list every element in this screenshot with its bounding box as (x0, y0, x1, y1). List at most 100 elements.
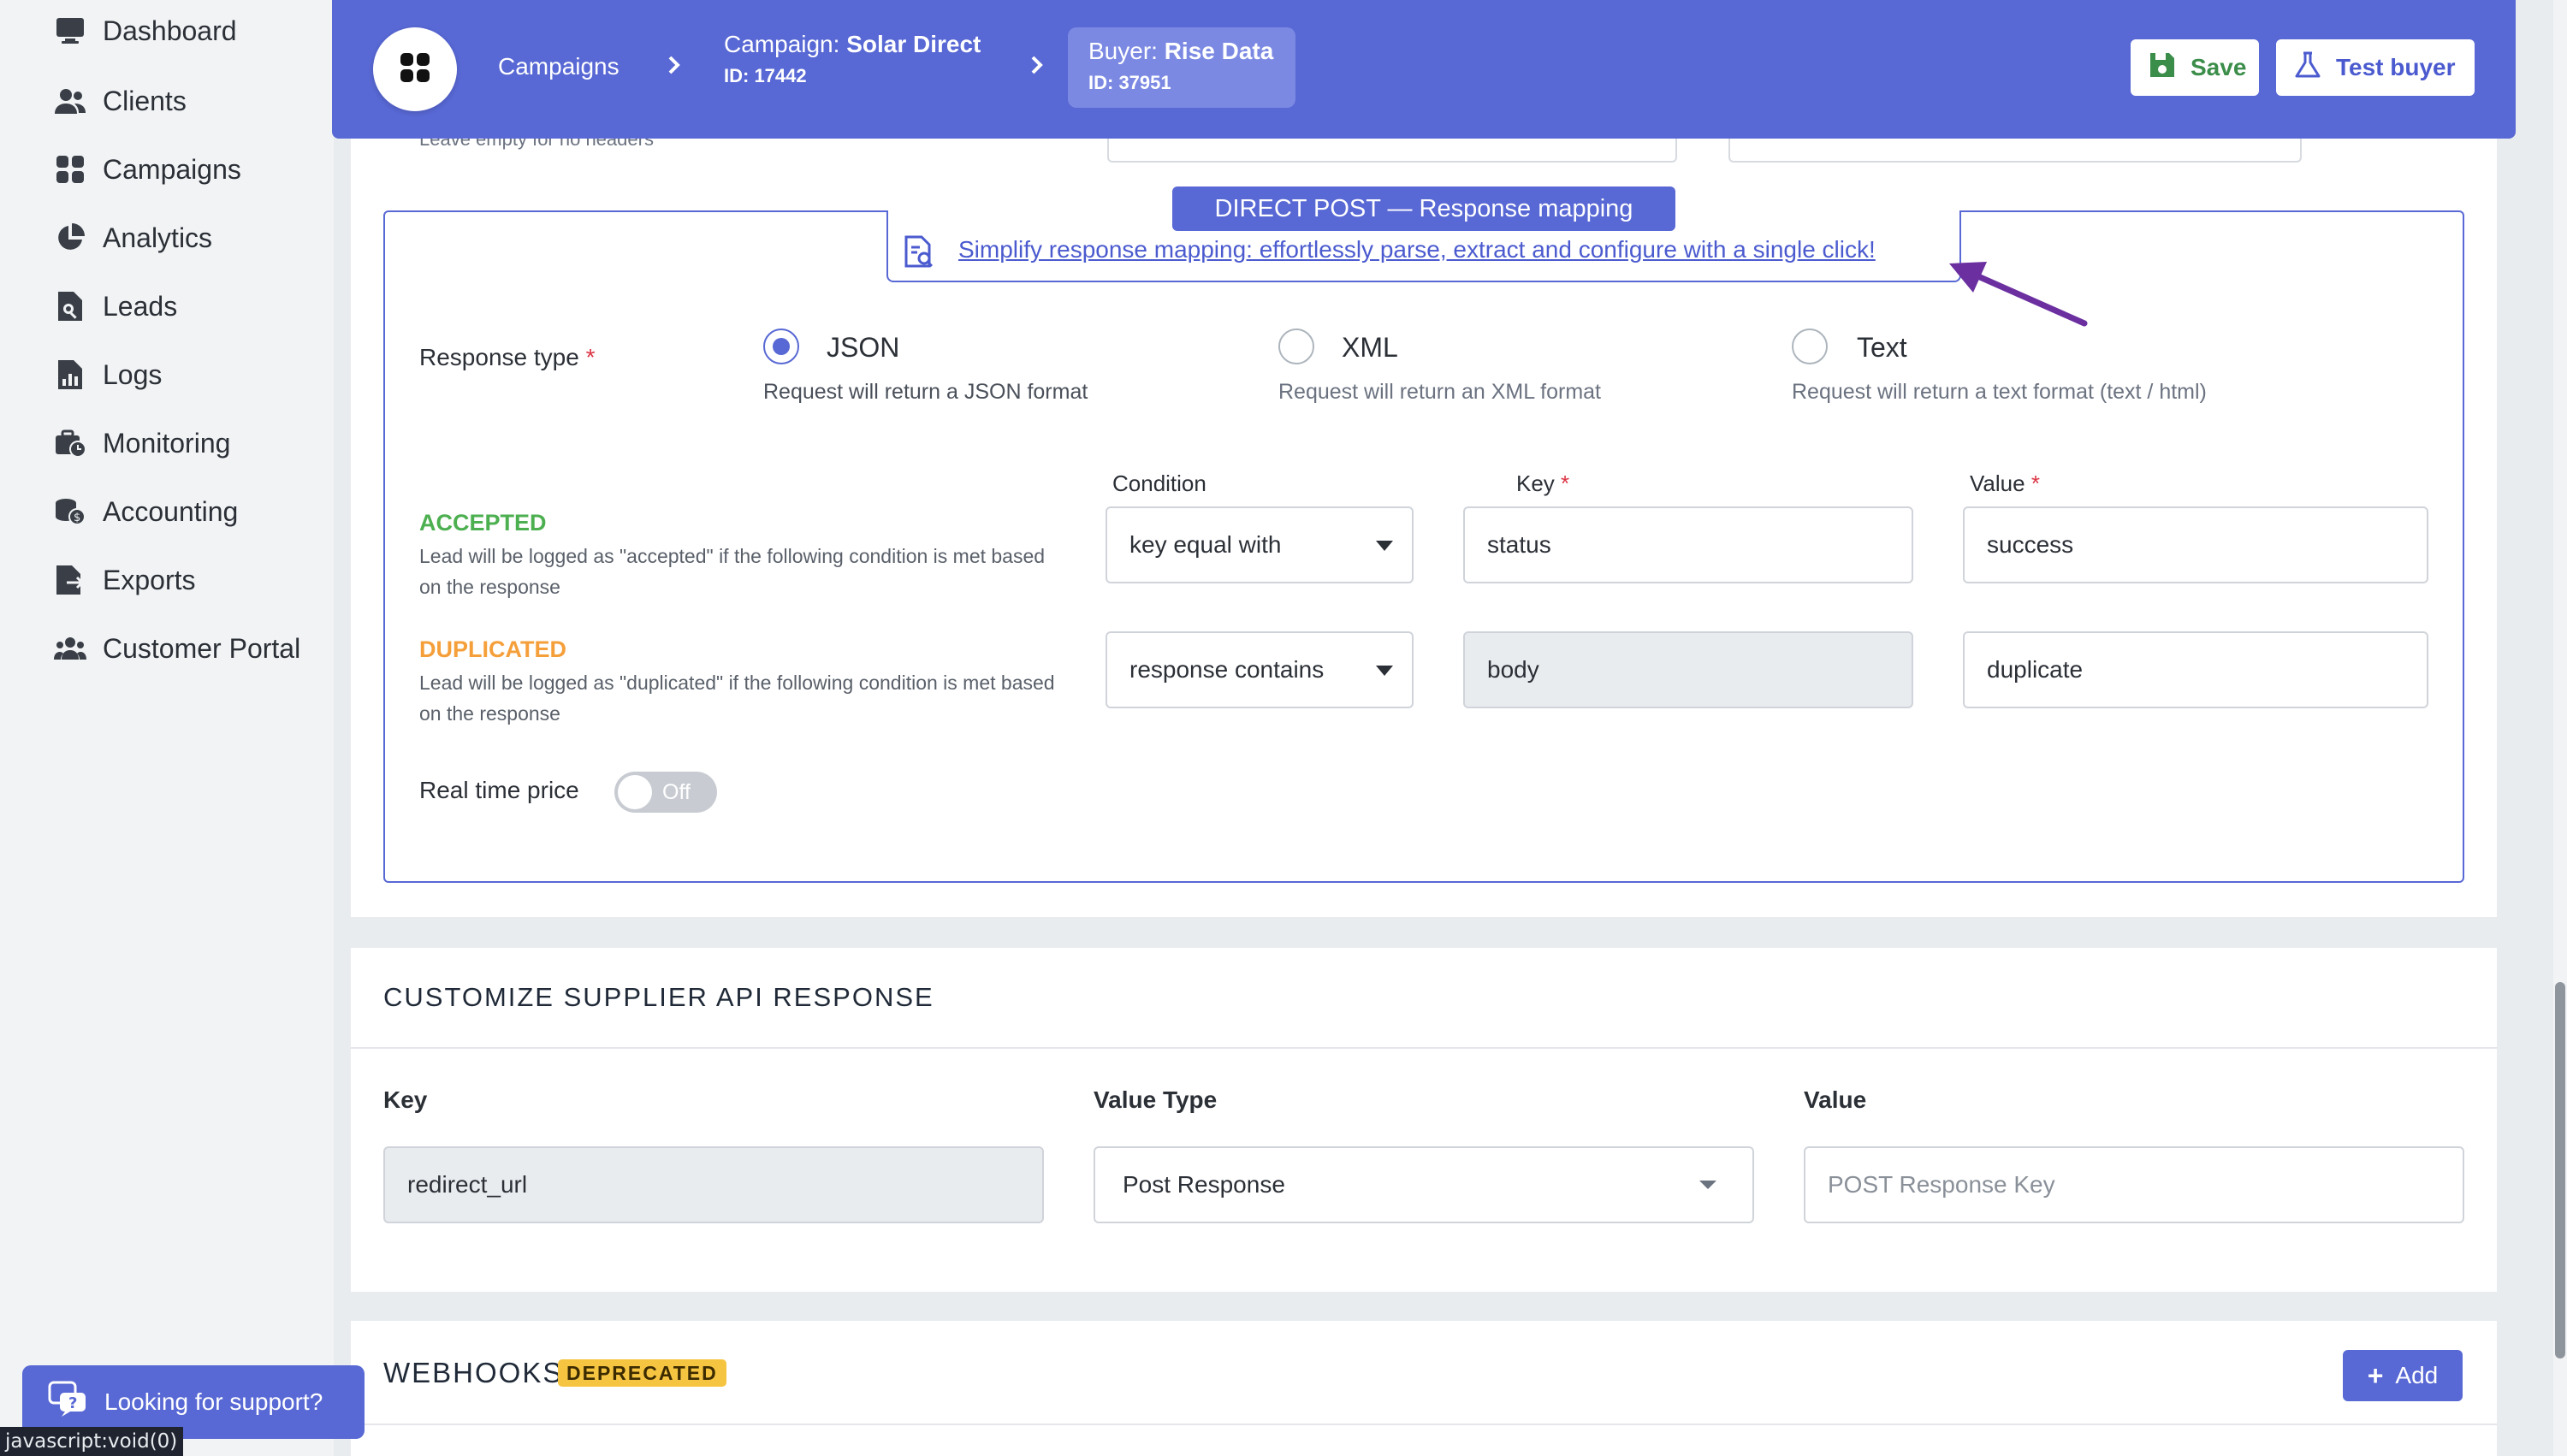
duplicated-value-value: duplicate (1987, 656, 2084, 683)
flask-icon (2293, 50, 2336, 86)
people-group-icon (53, 631, 87, 666)
radio-json-desc: Request will return a JSON format (763, 380, 1088, 404)
status-bar-url: javascript:void(0) (0, 1427, 183, 1456)
sidebar-item-leads[interactable]: Leads (53, 281, 177, 332)
duplicated-value-input[interactable]: duplicate (1963, 631, 2428, 708)
simplify-mapping-link[interactable]: Simplify response mapping: effortlessly … (958, 236, 1876, 263)
campaign-id: ID: 17442 (724, 65, 807, 86)
duplicated-key-input: body (1463, 631, 1913, 708)
buyer-prefix: Buyer: (1088, 38, 1165, 64)
sidebar-item-logs[interactable]: Logs (53, 349, 162, 400)
sidebar-item-accounting[interactable]: $ Accounting (53, 486, 238, 537)
chevron-right-icon (662, 53, 686, 77)
webhooks-panel: WEBHOOKS (351, 1321, 2497, 1456)
add-label: Add (2395, 1362, 2439, 1388)
support-label: Looking for support? (104, 1388, 323, 1415)
condition-header: Condition (1112, 471, 1206, 496)
accepted-value-input[interactable]: success (1963, 506, 2428, 583)
svg-text:$: $ (74, 512, 80, 524)
campaign-line: Campaign: Solar Direct (724, 31, 981, 58)
key-header-text: Key (1516, 471, 1555, 496)
sidebar-item-analytics[interactable]: Analytics (53, 212, 212, 263)
breadcrumb-campaign[interactable]: Campaign: Solar Direct ID: 17442 (724, 31, 981, 87)
webhooks-title: WEBHOOKS (383, 1357, 564, 1388)
sidebar-item-campaigns[interactable]: Campaigns (53, 144, 241, 195)
accepted-key-input[interactable]: status (1463, 506, 1913, 583)
duplicated-condition-select[interactable]: response contains (1106, 631, 1414, 708)
accepted-condition-value: key equal with (1129, 531, 1282, 558)
radio-text-desc: Request will return a text format (text … (1792, 380, 2207, 404)
toggle-state: Off (662, 780, 691, 804)
buyer-line: Buyer: Rise Data (1088, 38, 1275, 65)
sidebar-item-label: Monitoring (103, 427, 231, 459)
duplicated-title: DUPLICATED (419, 636, 566, 662)
toggle-knob (618, 775, 652, 809)
sidebar-item-label: Exports (103, 564, 196, 595)
accepted-value-value: success (1987, 531, 2074, 558)
breadcrumb-campaigns[interactable]: Campaigns (498, 53, 620, 80)
custom-key-input: redirect_url (383, 1146, 1044, 1223)
sidebar-item-label: Campaigns (103, 153, 241, 185)
test-buyer-button[interactable]: Test buyer (2276, 39, 2475, 96)
monitor-icon (53, 14, 87, 48)
radio-text[interactable] (1792, 328, 1828, 364)
caret-down-icon (1376, 541, 1393, 551)
floppy-disk-icon (2148, 50, 2191, 86)
file-export-icon (53, 563, 87, 597)
required-mark: * (2030, 471, 2040, 496)
coins-icon: $ (53, 494, 87, 529)
pointer-arrow-icon (1947, 258, 2093, 340)
file-chart-icon (53, 358, 87, 392)
value-header-text: Value (1970, 471, 2025, 496)
app-logo[interactable] (373, 27, 457, 111)
real-time-price-toggle[interactable]: Off (614, 772, 717, 813)
save-button[interactable]: Save (2131, 39, 2259, 96)
duplicated-key-value: body (1487, 656, 1539, 683)
file-search-icon (53, 289, 87, 323)
panel-divider (351, 1423, 2497, 1425)
sidebar-item-clients[interactable]: Clients (53, 75, 187, 127)
sidebar-item-customer-portal[interactable]: Customer Portal (53, 623, 300, 674)
breadcrumb-buyer[interactable]: Buyer: Rise Data ID: 37951 (1068, 27, 1295, 108)
post-response-key-placeholder: POST Response Key (1828, 1171, 2055, 1198)
post-response-key-input[interactable]: POST Response Key (1804, 1146, 2464, 1223)
radio-xml-desc: Request will return an XML format (1278, 380, 1602, 404)
sidebar-item-label: Logs (103, 358, 163, 390)
caret-down-icon (1376, 666, 1393, 676)
sidebar-item-label: Analytics (103, 222, 213, 253)
campaign-name: Solar Direct (846, 31, 981, 57)
accepted-condition-select[interactable]: key equal with (1106, 506, 1414, 583)
sidebar-item-exports[interactable]: Exports (53, 554, 195, 606)
radio-json-label: JSON (827, 332, 900, 363)
grid-icon (53, 152, 87, 186)
customize-title: CUSTOMIZE SUPPLIER API RESPONSE (383, 982, 934, 1012)
sidebar-item-label: Accounting (103, 495, 239, 527)
required-mark: * (1561, 471, 1570, 496)
sidebar-item-label: Customer Portal (103, 632, 301, 664)
plus-icon: + (2367, 1359, 2384, 1391)
document-search-icon (904, 234, 934, 273)
real-time-price-label: Real time price (419, 777, 579, 803)
buyer-name: Rise Data (1164, 38, 1274, 64)
sidebar-item-monitoring[interactable]: Monitoring (53, 417, 230, 469)
briefcase-clock-icon (53, 426, 87, 460)
scrollbar-thumb[interactable] (2555, 982, 2565, 1358)
svg-text:?: ? (68, 1394, 77, 1412)
value-type-select[interactable]: Post Response (1094, 1146, 1754, 1223)
accepted-title: ACCEPTED (419, 510, 547, 536)
sidebar-item-label: Dashboard (103, 15, 237, 46)
add-webhook-button[interactable]: + Add (2343, 1350, 2463, 1401)
panel-divider (351, 1047, 2497, 1049)
test-buyer-label: Test buyer (2336, 54, 2456, 80)
radio-json[interactable] (763, 328, 799, 364)
accepted-desc: Lead will be logged as "accepted" if the… (419, 545, 1046, 598)
customize-response-panel: CUSTOMIZE SUPPLIER API RESPONSE Key Valu… (351, 948, 2497, 1292)
chevron-right-icon (1025, 53, 1049, 77)
custom-value-header: Value (1804, 1086, 1867, 1113)
sidebar-item-dashboard[interactable]: Dashboard (53, 5, 237, 56)
section-title: DIRECT POST — Response mapping (1172, 186, 1675, 231)
radio-xml[interactable] (1278, 328, 1314, 364)
grid-icon (400, 52, 430, 87)
required-mark: * (585, 344, 596, 370)
value-header: Value * (1970, 471, 2040, 497)
